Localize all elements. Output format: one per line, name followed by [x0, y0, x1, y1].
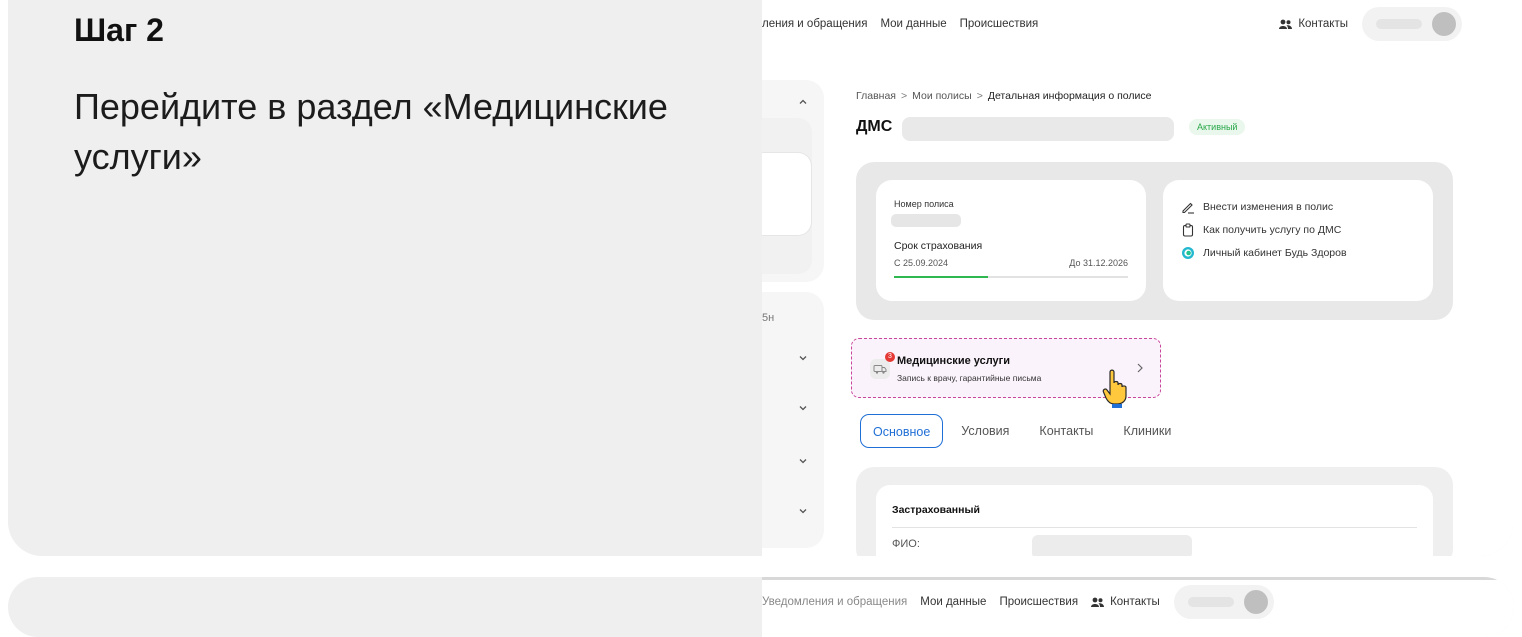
bud-zdorov-logo-icon	[1182, 247, 1194, 259]
insured-card: Застрахованный ФИО:	[876, 485, 1433, 556]
step-title: Шаг 2	[74, 12, 164, 48]
sidebar-menu: 5н	[762, 292, 824, 548]
policy-number-blurred	[891, 214, 961, 227]
medical-services-title: Медицинские услуги	[897, 355, 1011, 367]
insurance-term-label: Срок страхования	[894, 240, 983, 252]
nav-item-my-data[interactable]: Мои данные	[880, 18, 946, 30]
people-icon	[1091, 597, 1105, 607]
nav-item-notifications[interactable]: Уведомления и обращения	[762, 596, 907, 608]
link-how-to-get-service[interactable]: Как получить услугу по ДМС	[1181, 223, 1341, 237]
policy-number-label: Номер полиса	[894, 199, 954, 209]
nav-item-incidents[interactable]: Происшествия	[999, 596, 1078, 608]
avatar	[1432, 12, 1456, 36]
tab-contacts[interactable]: Контакты	[1027, 414, 1105, 448]
policy-actions-card: Внести изменения в полис Как получить ус…	[1163, 180, 1433, 301]
breadcrumb-policies[interactable]: Мои полисы	[912, 90, 972, 102]
nav-item-notifications[interactable]: ления и обращения	[762, 18, 867, 30]
divider	[892, 527, 1417, 528]
insured-title: Застрахованный	[892, 504, 980, 516]
app-screenshot: ления и обращения Мои данные Происшестви…	[762, 0, 1514, 556]
pencil-icon	[1182, 202, 1194, 214]
chevron-up-icon[interactable]	[797, 96, 809, 108]
contacts-link[interactable]: Контакты	[1279, 18, 1348, 30]
policy-holder-blurred	[902, 117, 1174, 141]
tab-clinics[interactable]: Клиники	[1111, 414, 1183, 448]
medical-services-subtitle: Запись к врачу, гарантийные письма	[897, 373, 1042, 383]
hand-pointer-icon	[1102, 369, 1127, 408]
contacts-label: Контакты	[1110, 596, 1160, 608]
user-menu[interactable]	[1173, 585, 1274, 619]
chevron-down-icon[interactable]	[797, 455, 809, 467]
page-title: ДМС	[856, 118, 893, 135]
term-progress-bar	[894, 276, 1128, 278]
user-name-blurred	[1187, 597, 1234, 607]
tab-main[interactable]: Основное	[860, 414, 944, 448]
chevron-down-icon[interactable]	[797, 402, 809, 414]
term-end: До 31.12.2026	[1069, 258, 1128, 268]
link-bud-zdorov-cabinet[interactable]: Личный кабинет Будь Здоров	[1181, 246, 1347, 260]
status-badge: Активный	[1189, 119, 1246, 135]
top-navigation: Уведомления и обращения Мои данные Проис…	[762, 582, 1514, 622]
contacts-label: Контакты	[1298, 18, 1348, 30]
step-card: Шаг 2 Перейдите в раздел «Медицинские ус…	[8, 0, 1514, 556]
ambulance-icon	[870, 359, 890, 379]
tab-conditions[interactable]: Условия	[949, 414, 1021, 448]
notification-badge: 3	[885, 352, 895, 362]
people-icon	[1279, 19, 1293, 29]
fio-value-blurred	[1032, 535, 1192, 556]
breadcrumb: Главная > Мои полисы > Детальная информация …	[856, 90, 1152, 102]
nav-item-incidents[interactable]: Происшествия	[960, 18, 1039, 30]
sidebar-cut-text: 5н	[762, 312, 775, 324]
term-start: С 25.09.2024	[894, 258, 949, 268]
chevron-down-icon[interactable]	[797, 352, 809, 364]
sidebar-panel	[762, 80, 824, 282]
breadcrumb-current: Детальная информация о полисе	[987, 90, 1152, 102]
link-edit-policy[interactable]: Внести изменения в полис	[1181, 200, 1333, 214]
policy-tabs: Основное Условия Контакты Клиники	[856, 411, 1213, 451]
breadcrumb-home[interactable]: Главная	[856, 90, 896, 102]
top-navigation: ления и обращения Мои данные Происшестви…	[762, 0, 1514, 48]
term-progress-fill	[894, 276, 988, 278]
nav-item-my-data[interactable]: Мои данные	[920, 596, 986, 608]
user-name-blurred	[1376, 19, 1422, 29]
step-description: Перейдите в раздел «Медицинские услуги»	[74, 86, 668, 177]
chevron-down-icon[interactable]	[797, 505, 809, 517]
sidebar-policy-card[interactable]	[762, 152, 812, 236]
contacts-link[interactable]: Контакты	[1091, 596, 1160, 608]
app-screenshot-next: Уведомления и обращения Мои данные Проис…	[762, 577, 1514, 637]
policy-info-card: Номер полиса Срок страхования С 25.09.20…	[876, 180, 1146, 301]
chevron-right-icon	[1137, 363, 1143, 373]
user-menu[interactable]	[1362, 7, 1462, 41]
fio-label: ФИО:	[892, 538, 920, 550]
next-step-card: Уведомления и обращения Мои данные Проис…	[8, 577, 1514, 637]
clipboard-icon	[1182, 223, 1194, 237]
avatar	[1243, 590, 1268, 614]
